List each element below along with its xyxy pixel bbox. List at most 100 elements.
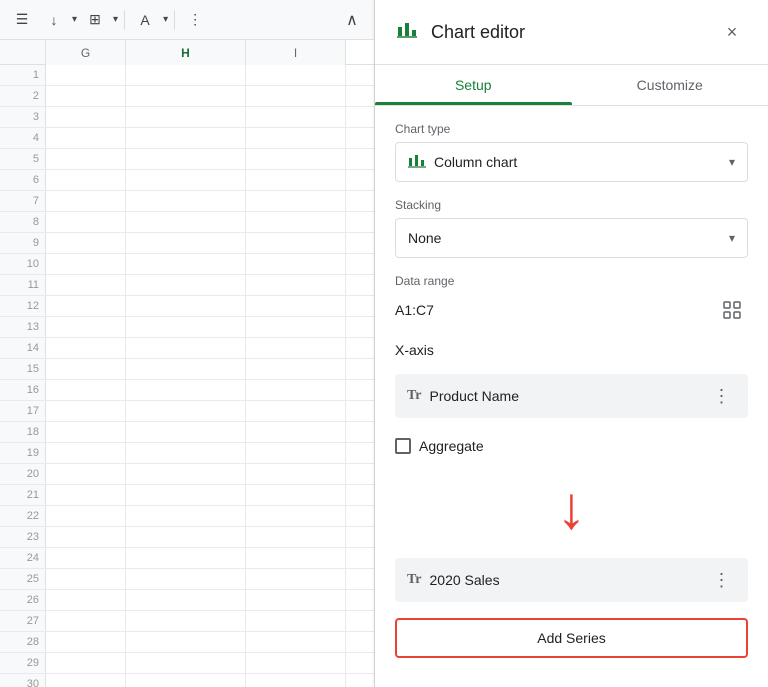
table-row[interactable]: 3 (0, 107, 374, 128)
aggregate-checkbox[interactable] (395, 438, 411, 454)
table-row[interactable]: 1 (0, 65, 374, 86)
cell-g[interactable] (46, 569, 126, 589)
cell-h[interactable] (126, 254, 246, 274)
cell-h[interactable] (126, 338, 246, 358)
cell-h[interactable] (126, 464, 246, 484)
table-row[interactable]: 28 (0, 632, 374, 653)
cell-i[interactable] (246, 212, 346, 232)
stacking-dropdown[interactable]: None ▾ (395, 218, 748, 258)
align-icon[interactable]: ☰ (8, 6, 36, 34)
cell-i[interactable] (246, 191, 346, 211)
cell-i[interactable] (246, 233, 346, 253)
cell-g[interactable] (46, 128, 126, 148)
cell-h[interactable] (126, 128, 246, 148)
table-row[interactable]: 5 (0, 149, 374, 170)
cell-h[interactable] (126, 506, 246, 526)
tab-customize[interactable]: Customize (572, 65, 768, 105)
cell-h[interactable] (126, 65, 246, 85)
cell-i[interactable] (246, 464, 346, 484)
table-row[interactable]: 6 (0, 170, 374, 191)
table-row[interactable]: 24 (0, 548, 374, 569)
close-button[interactable]: × (716, 16, 748, 48)
col-header-h[interactable]: H (126, 40, 246, 65)
cell-i[interactable] (246, 86, 346, 106)
cell-g[interactable] (46, 149, 126, 169)
table-row[interactable]: 18 (0, 422, 374, 443)
cell-h[interactable] (126, 590, 246, 610)
cell-h[interactable] (126, 149, 246, 169)
cell-i[interactable] (246, 65, 346, 85)
cell-h[interactable] (126, 611, 246, 631)
cell-i[interactable] (246, 569, 346, 589)
table-row[interactable]: 9 (0, 233, 374, 254)
cell-g[interactable] (46, 380, 126, 400)
cell-h[interactable] (126, 422, 246, 442)
cell-h[interactable] (126, 632, 246, 652)
collapse-button[interactable]: ∧ (338, 6, 366, 34)
cell-g[interactable] (46, 422, 126, 442)
cell-i[interactable] (246, 170, 346, 190)
add-series-button[interactable]: Add Series (395, 618, 748, 658)
table-row[interactable]: 17 (0, 401, 374, 422)
download-icon[interactable]: ↓ (40, 6, 68, 34)
cell-i[interactable] (246, 107, 346, 127)
cell-g[interactable] (46, 296, 126, 316)
cell-i[interactable] (246, 632, 346, 652)
cell-h[interactable] (126, 233, 246, 253)
table-row[interactable]: 2 (0, 86, 374, 107)
x-axis-item[interactable]: Tr Product Name ⋮ (395, 374, 748, 418)
cell-g[interactable] (46, 506, 126, 526)
cell-g[interactable] (46, 611, 126, 631)
table-row[interactable]: 30 (0, 674, 374, 687)
cell-g[interactable] (46, 401, 126, 421)
table-row[interactable]: 22 (0, 506, 374, 527)
cell-g[interactable] (46, 527, 126, 547)
cell-i[interactable] (246, 422, 346, 442)
more-options-icon[interactable]: ⋮ (181, 6, 209, 34)
table-row[interactable]: 26 (0, 590, 374, 611)
cell-i[interactable] (246, 443, 346, 463)
cell-g[interactable] (46, 65, 126, 85)
table-row[interactable]: 7 (0, 191, 374, 212)
cell-g[interactable] (46, 359, 126, 379)
cell-g[interactable] (46, 674, 126, 687)
cell-i[interactable] (246, 401, 346, 421)
table-row[interactable]: 29 (0, 653, 374, 674)
cell-i[interactable] (246, 275, 346, 295)
cell-h[interactable] (126, 275, 246, 295)
cell-i[interactable] (246, 380, 346, 400)
cell-g[interactable] (46, 485, 126, 505)
cell-i[interactable] (246, 590, 346, 610)
cell-i[interactable] (246, 128, 346, 148)
table-row[interactable]: 16 (0, 380, 374, 401)
cell-g[interactable] (46, 86, 126, 106)
cell-h[interactable] (126, 548, 246, 568)
table-row[interactable]: 21 (0, 485, 374, 506)
table-row[interactable]: 23 (0, 527, 374, 548)
cell-h[interactable] (126, 674, 246, 687)
cell-g[interactable] (46, 443, 126, 463)
cell-g[interactable] (46, 464, 126, 484)
grid-icon[interactable]: ⊞ (81, 6, 109, 34)
cell-g[interactable] (46, 254, 126, 274)
table-row[interactable]: 10 (0, 254, 374, 275)
cell-h[interactable] (126, 380, 246, 400)
cell-i[interactable] (246, 359, 346, 379)
cell-i[interactable] (246, 254, 346, 274)
cell-h[interactable] (126, 317, 246, 337)
cell-i[interactable] (246, 653, 346, 673)
tab-setup[interactable]: Setup (375, 65, 572, 105)
series-item[interactable]: Tr 2020 Sales ⋮ (395, 558, 748, 602)
cell-h[interactable] (126, 191, 246, 211)
cell-i[interactable] (246, 527, 346, 547)
grid-chevron-icon[interactable]: ▾ (113, 14, 118, 25)
cell-g[interactable] (46, 653, 126, 673)
cell-g[interactable] (46, 632, 126, 652)
cell-g[interactable] (46, 275, 126, 295)
table-row[interactable]: 20 (0, 464, 374, 485)
cell-h[interactable] (126, 86, 246, 106)
table-row[interactable]: 27 (0, 611, 374, 632)
x-axis-more-button[interactable]: ⋮ (708, 382, 736, 410)
cell-h[interactable] (126, 107, 246, 127)
cell-g[interactable] (46, 170, 126, 190)
